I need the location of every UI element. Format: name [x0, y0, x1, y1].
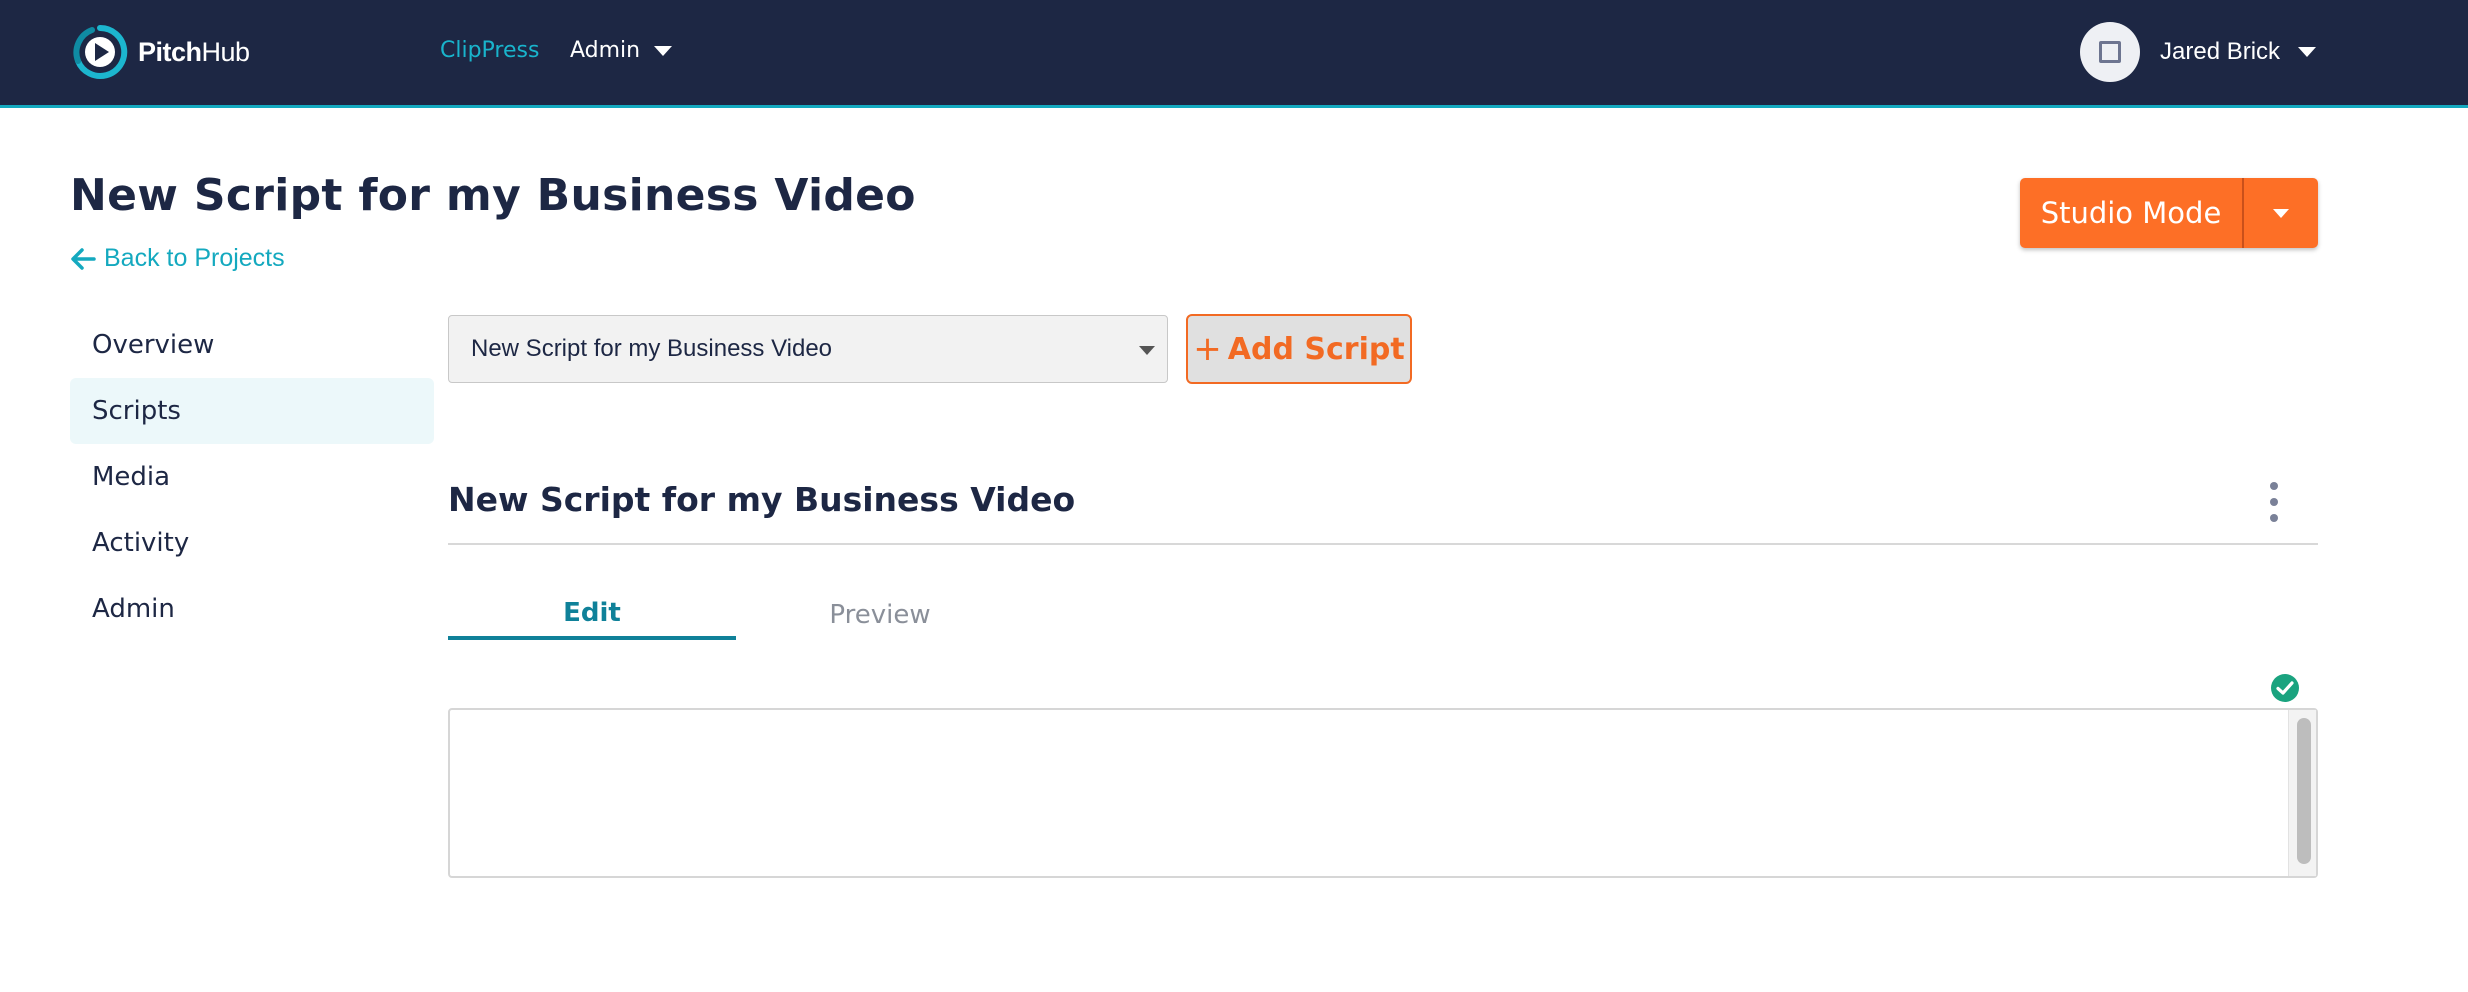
- sidebar-item-overview[interactable]: Overview: [70, 312, 434, 378]
- studio-mode-split-button: Studio Mode: [2020, 178, 2318, 248]
- sidebar-item-activity[interactable]: Activity: [70, 510, 434, 576]
- script-title: New Script for my Business Video: [448, 480, 1076, 519]
- script-select[interactable]: New Script for my Business Video: [448, 315, 1168, 383]
- nav-clippress-link[interactable]: ClipPress: [440, 38, 539, 63]
- chevron-down-icon: [1139, 346, 1155, 355]
- tab-edit[interactable]: Edit: [448, 590, 736, 640]
- project-sidebar: Overview Scripts Media Activity Admin: [70, 312, 434, 642]
- sidebar-item-scripts[interactable]: Scripts: [70, 378, 434, 444]
- sidebar-item-media[interactable]: Media: [70, 444, 434, 510]
- logo-text: PitchHub: [138, 36, 250, 67]
- user-name: Jared Brick: [2160, 38, 2281, 65]
- nav-admin-label: Admin: [570, 38, 641, 63]
- back-to-projects-link[interactable]: Back to Projects: [70, 244, 285, 273]
- add-script-button[interactable]: + Add Script: [1186, 314, 1412, 384]
- studio-mode-button[interactable]: Studio Mode: [2020, 178, 2244, 248]
- more-options-icon[interactable]: [2262, 482, 2286, 522]
- script-editor[interactable]: [448, 708, 2318, 878]
- script-select-value: New Script for my Business Video: [471, 335, 833, 362]
- nav-admin-menu[interactable]: Admin: [570, 38, 673, 63]
- arrow-left-icon: [71, 247, 96, 270]
- scrollbar-thumb[interactable]: [2297, 718, 2311, 864]
- top-navbar: PitchHub ClipPress Admin Jared Brick: [0, 0, 2468, 108]
- chevron-down-icon: [2298, 47, 2317, 57]
- sidebar-item-admin[interactable]: Admin: [70, 576, 434, 642]
- avatar: [2080, 22, 2140, 82]
- chevron-down-icon: [2273, 208, 2289, 218]
- plus-icon: +: [1193, 329, 1222, 369]
- chevron-down-icon: [654, 45, 673, 56]
- add-script-label: Add Script: [1227, 331, 1405, 367]
- check-circle-icon: [2271, 674, 2299, 702]
- back-link-label: Back to Projects: [104, 244, 285, 272]
- editor-scrollbar[interactable]: [2288, 710, 2316, 876]
- tab-preview[interactable]: Preview: [736, 590, 1024, 640]
- play-logo-icon: [73, 24, 128, 79]
- pitchhub-logo[interactable]: PitchHub: [72, 24, 250, 80]
- divider: [448, 543, 2318, 545]
- studio-mode-dropdown-toggle[interactable]: [2244, 178, 2318, 248]
- avatar-placeholder-icon: [2099, 41, 2121, 63]
- page-title: New Script for my Business Video: [70, 170, 916, 221]
- user-menu[interactable]: Jared Brick: [2080, 22, 2317, 82]
